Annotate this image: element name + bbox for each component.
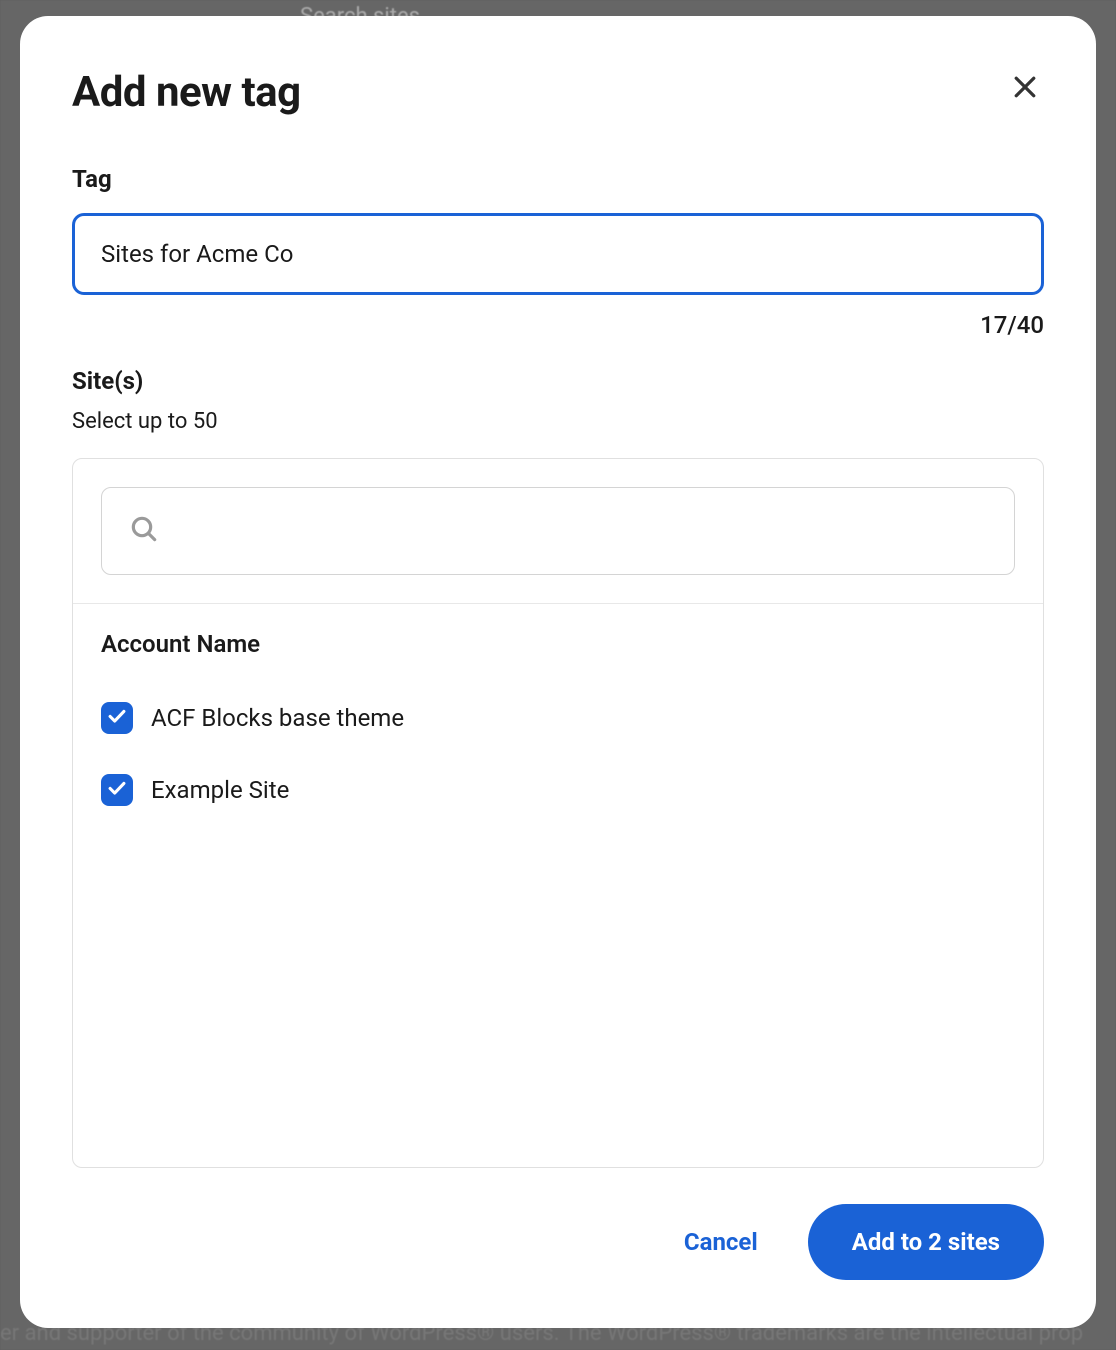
tag-char-count: 17/40	[72, 311, 1044, 339]
close-button[interactable]	[1006, 68, 1044, 109]
site-name-label: ACF Blocks base theme	[151, 704, 404, 732]
site-name-label: Example Site	[151, 776, 289, 804]
modal-header: Add new tag	[72, 68, 1044, 117]
tag-label: Tag	[72, 165, 1044, 193]
sites-search-field[interactable]	[101, 487, 1015, 575]
sites-field-group: Site(s) Select up to 50 Account Name	[72, 367, 1044, 1168]
site-row[interactable]: ACF Blocks base theme	[101, 682, 1015, 754]
cancel-button[interactable]: Cancel	[674, 1210, 768, 1274]
check-icon	[106, 777, 128, 803]
modal-title: Add new tag	[72, 68, 301, 117]
sites-search-input[interactable]	[166, 519, 994, 544]
sites-label: Site(s)	[72, 367, 1044, 395]
sites-helper-text: Select up to 50	[72, 409, 1044, 434]
site-row[interactable]: Example Site	[101, 754, 1015, 826]
site-checkbox[interactable]	[101, 702, 133, 734]
modal-footer: Cancel Add to 2 sites	[72, 1204, 1044, 1280]
search-icon	[128, 513, 160, 549]
tag-field-group: Tag 17/40	[72, 165, 1044, 339]
add-tag-modal: Add new tag Tag 17/40 Site(s) Select up …	[20, 16, 1096, 1328]
sites-list-header: Account Name	[73, 604, 1043, 676]
check-icon	[106, 705, 128, 731]
submit-button[interactable]: Add to 2 sites	[808, 1204, 1044, 1280]
sites-search-wrap	[73, 459, 1043, 604]
site-checkbox[interactable]	[101, 774, 133, 806]
close-icon	[1010, 72, 1040, 105]
sites-list: ACF Blocks base theme Example Site	[73, 676, 1043, 832]
tag-input[interactable]	[72, 213, 1044, 295]
sites-selector-box: Account Name ACF Blocks base theme	[72, 458, 1044, 1168]
